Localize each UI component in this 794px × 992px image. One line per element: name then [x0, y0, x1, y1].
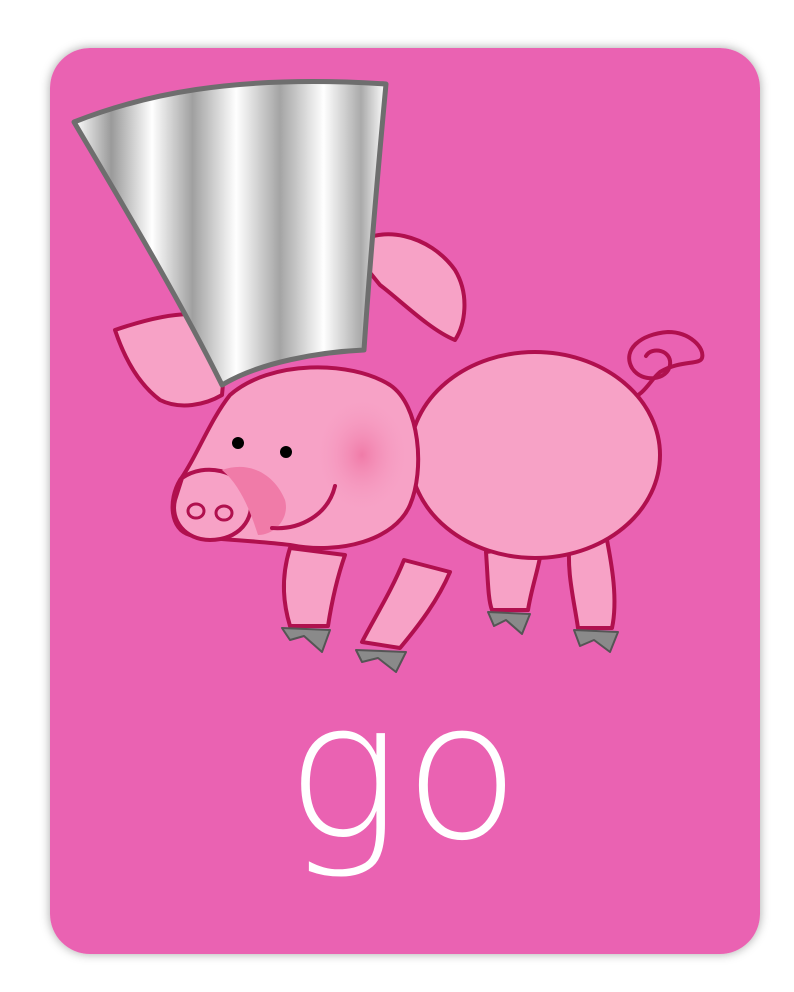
pig-nostril-left: [186, 502, 206, 520]
pig-eye-left: [232, 437, 244, 449]
pig-eye-right: [280, 446, 292, 458]
pig-nostril-right: [214, 504, 234, 522]
card-word: go: [285, 661, 525, 882]
pig-body: [408, 350, 662, 560]
pig-cheek-blush: [314, 395, 410, 515]
